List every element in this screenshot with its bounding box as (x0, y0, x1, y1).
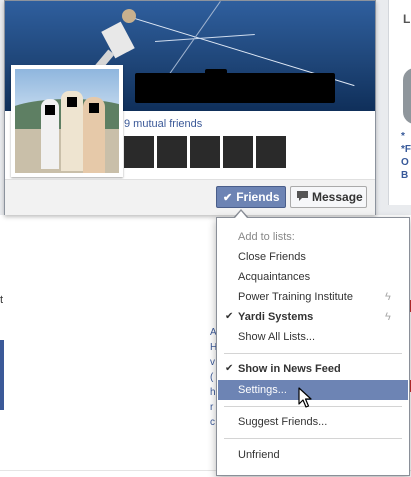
menu-item-power-training-institute[interactable]: Power Training Institute ϟ (217, 287, 409, 307)
mutual-friend-thumb[interactable] (256, 136, 286, 168)
menu-item-unfriend[interactable]: Unfriend (217, 445, 409, 465)
friends-dropdown-menu: Add to lists: Close Friends Acquaintance… (216, 217, 410, 476)
redacted-face (89, 103, 99, 113)
menu-divider (224, 353, 402, 354)
menu-item-label: Unfriend (238, 449, 280, 461)
cover-wire (155, 34, 255, 42)
right-sidebar-card: Li * *F O B (388, 0, 411, 205)
friends-button-label: Friends (236, 190, 280, 204)
right-card-line: O (401, 157, 409, 168)
message-button-label: Message (312, 190, 363, 204)
menu-item-label: Power Training Institute (238, 291, 353, 303)
menu-header-label: Add to lists: (238, 231, 295, 243)
cover-person (91, 9, 141, 75)
menu-item-label: Suggest Friends... (238, 416, 328, 428)
redacted-face (45, 105, 55, 115)
mutual-friend-thumb[interactable] (223, 136, 253, 168)
message-button[interactable]: Message (290, 186, 367, 208)
cover-person-head (122, 9, 136, 23)
menu-item-label: Yardi Systems (238, 311, 314, 323)
smart-list-lightning-icon: ϟ (385, 311, 391, 323)
left-feed-edge: t (0, 210, 6, 477)
left-feed-image (0, 340, 4, 410)
menu-item-yardi-systems[interactable]: ✔ Yardi Systems ϟ (217, 307, 409, 327)
add-to-lists-header: Add to lists: (217, 227, 409, 247)
menu-item-acquaintances[interactable]: Acquaintances (217, 267, 409, 287)
mutual-friends-thumbnails (124, 136, 286, 168)
mouse-pointer-icon (298, 387, 312, 408)
profile-hovercard: 9 mutual friends ✔ Friends Message (4, 0, 376, 215)
checkmark-icon: ✔ (225, 363, 234, 374)
redacted-profile-name (135, 73, 335, 103)
redacted-profile-name-part (205, 69, 227, 83)
smart-list-lightning-icon: ϟ (385, 291, 391, 303)
menu-item-show-in-news-feed[interactable]: ✔ Show in News Feed (217, 359, 409, 379)
menu-item-label: Acquaintances (238, 271, 311, 283)
redacted-face (67, 97, 77, 107)
hovercard-footer: ✔ Friends Message (5, 179, 375, 215)
checkmark-icon: ✔ (225, 311, 234, 322)
left-feed-text: t (0, 294, 4, 306)
menu-item-label: Settings... (238, 384, 287, 396)
profile-picture[interactable] (11, 65, 123, 177)
right-card-line: B (401, 170, 409, 181)
menu-item-label: Close Friends (238, 251, 306, 263)
menu-item-label: Show All Lists... (238, 331, 316, 343)
menu-divider (224, 438, 402, 439)
mutual-friend-thumb[interactable] (157, 136, 187, 168)
menu-item-suggest-friends[interactable]: Suggest Friends... (217, 412, 409, 432)
menu-item-close-friends[interactable]: Close Friends (217, 247, 409, 267)
friends-button[interactable]: ✔ Friends (216, 186, 286, 208)
menu-item-label: Show in News Feed (238, 363, 341, 375)
mutual-friend-thumb[interactable] (124, 136, 154, 168)
menu-item-show-all-lists[interactable]: Show All Lists... (217, 327, 409, 347)
mutual-friends-link[interactable]: 9 mutual friends (124, 118, 202, 130)
right-card-image (403, 68, 411, 124)
menu-caret-fill (235, 211, 247, 218)
right-card-line: *F (401, 144, 411, 155)
right-card-line: * (401, 131, 405, 142)
speech-bubble-icon (297, 188, 308, 208)
right-card-text: * *F O B (401, 130, 411, 182)
mutual-friend-thumb[interactable] (190, 136, 220, 168)
checkmark-icon: ✔ (223, 192, 233, 204)
right-card-title: Li (403, 12, 411, 26)
